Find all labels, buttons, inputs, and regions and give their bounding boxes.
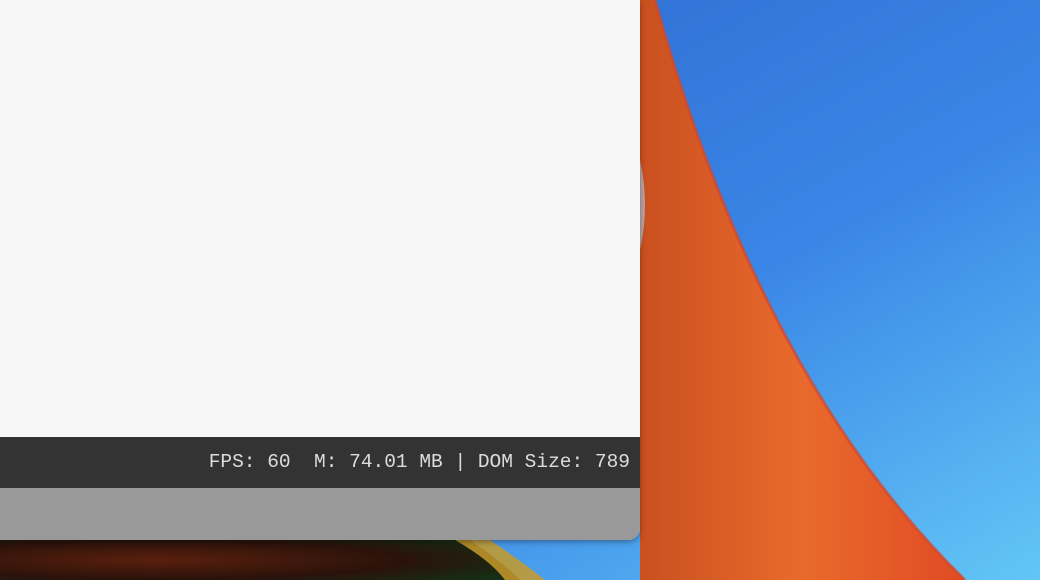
content-area (0, 0, 640, 437)
fps-value: 60 (267, 451, 291, 473)
bottom-panel (0, 488, 640, 540)
app-window: FPS: 60 M: 74.01 MB | DOM Size: 789 (0, 0, 640, 540)
status-separator: | (454, 451, 467, 473)
dom-size-value: 789 (594, 451, 630, 473)
memory-value: 74.01 MB (349, 451, 443, 473)
fps-label: FPS: (208, 451, 256, 473)
memory-label: M: (314, 451, 338, 473)
desktop: FPS: 60 M: 74.01 MB | DOM Size: 789 (0, 0, 1040, 580)
performance-status-bar: FPS: 60 M: 74.01 MB | DOM Size: 789 (0, 437, 640, 488)
dom-size-label: DOM Size: (477, 451, 584, 473)
